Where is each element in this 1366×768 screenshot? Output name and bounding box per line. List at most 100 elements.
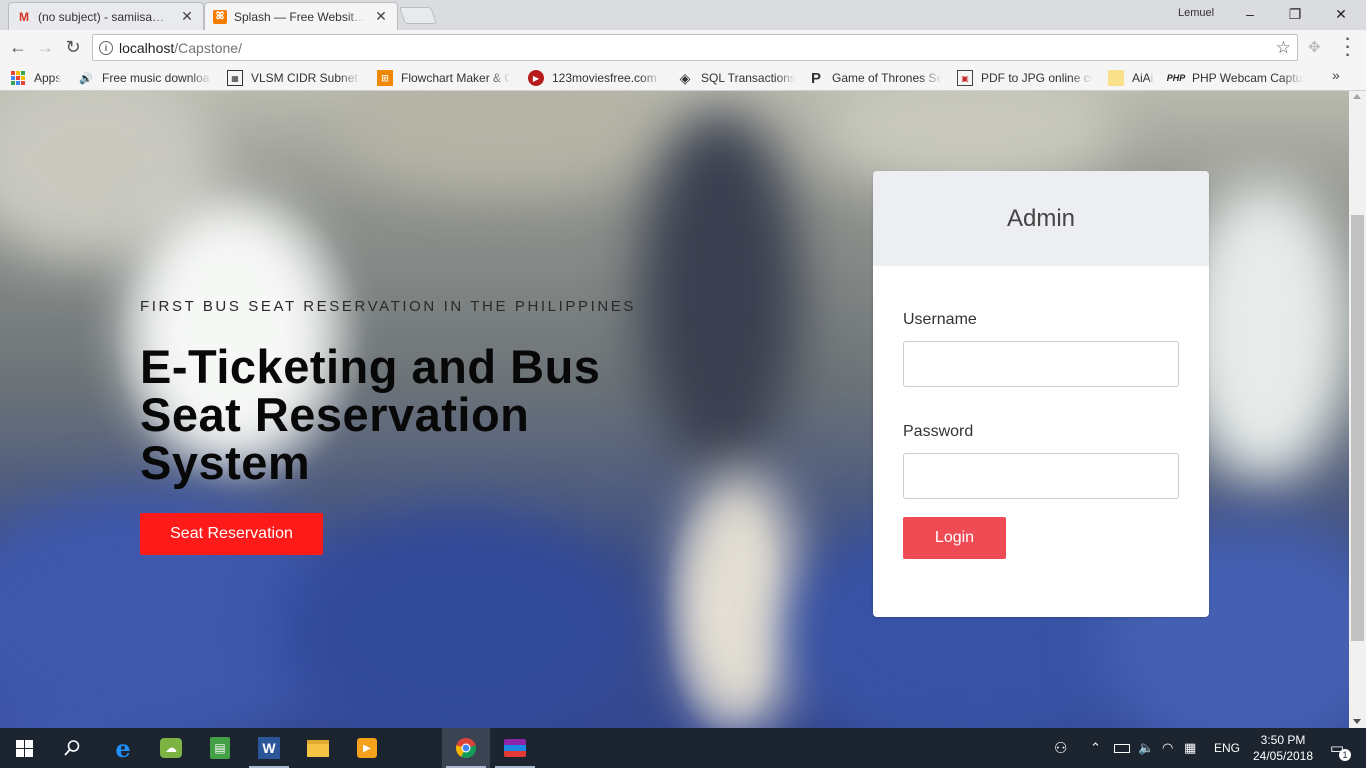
bookmark-vlsm[interactable]: ▦ VLSM CIDR Subnet C: [227, 68, 361, 88]
system-tray: ⚇ ⌃ 🔈 ◠ ▦ ENG: [1054, 728, 1240, 768]
battery-icon[interactable]: [1114, 743, 1130, 753]
pdf-icon: ▣: [957, 70, 973, 86]
folder-icon: [307, 739, 329, 757]
bookmark-star-icon[interactable]: ☆: [1276, 38, 1291, 58]
hero-title-line: System: [140, 436, 311, 489]
bookmark-label: SQL Transactions: [701, 71, 796, 85]
windows-logo-icon: [15, 739, 33, 757]
action-center-button[interactable]: ▭ 1: [1322, 728, 1352, 768]
splash-favicon-icon: ꕤ: [213, 9, 227, 24]
username-input[interactable]: [903, 341, 1179, 387]
back-arrow-icon[interactable]: ←: [6, 36, 30, 58]
clock-date: 24/05/2018: [1252, 749, 1314, 763]
tab-splash[interactable]: ꕤ Splash — Free Website Te ✕: [204, 2, 398, 30]
clock-time: 3:50 PM: [1260, 733, 1306, 747]
taskbar-chrome[interactable]: [442, 728, 490, 768]
hero-title: E-Ticketing and Bus Seat Reservation Sys…: [140, 343, 700, 487]
play-icon: ▶: [528, 70, 544, 86]
vlsm-icon: ▦: [227, 70, 243, 86]
people-icon[interactable]: ⚇: [1054, 739, 1076, 757]
bookmark-label: VLSM CIDR Subnet C: [251, 71, 361, 85]
browser-toolbar: ← → ↻ i localhost/Capstone/ ☆ ✥ · · ·: [0, 30, 1366, 65]
info-icon[interactable]: i: [99, 40, 113, 55]
seat-reservation-button[interactable]: Seat Reservation: [140, 513, 323, 555]
speaker-icon: 🔊: [79, 72, 93, 85]
chrome-icon: [455, 738, 477, 759]
start-button[interactable]: [0, 728, 48, 768]
folder-icon: [1108, 70, 1124, 86]
notification-count-badge: 1: [1339, 749, 1351, 761]
username-label: Username: [903, 311, 977, 328]
bookmark-label: Apps: [34, 71, 62, 85]
bookmarks-bar: Apps 🔊 Free music downloa ▦ VLSM CIDR Su…: [0, 65, 1366, 91]
scrollbar-thumb[interactable]: [1351, 215, 1364, 641]
taskbar-clock[interactable]: 3:50 PM 24/05/2018: [1246, 732, 1320, 764]
bookmark-got[interactable]: P Game of Thrones Se: [808, 68, 942, 88]
login-form: Username Password Login: [873, 311, 1209, 559]
password-label: Password: [903, 423, 974, 440]
search-button[interactable]: [48, 728, 96, 768]
page-viewport: FIRST BUS SEAT RESERVATION IN THE PHILIP…: [0, 91, 1349, 728]
gmail-icon: M: [19, 9, 29, 24]
extension-icon[interactable]: ✥: [1308, 38, 1321, 56]
taskbar-word[interactable]: W: [245, 728, 293, 768]
bookmark-sql[interactable]: ◈ SQL Transactions: [677, 68, 796, 88]
notes-icon: ▤: [210, 737, 230, 759]
word-icon: W: [258, 737, 280, 759]
page-scrollbar[interactable]: [1349, 91, 1366, 728]
new-tab-button[interactable]: [398, 7, 438, 24]
bookmark-apps[interactable]: Apps: [10, 68, 61, 88]
address-bar[interactable]: i localhost/Capstone/ ☆: [92, 34, 1298, 61]
taskbar-edge[interactable]: e: [99, 728, 147, 768]
flowchart-icon: ⊞: [377, 70, 393, 86]
tab-title: (no subject) - samiisamae: [38, 9, 173, 24]
wifi-icon[interactable]: ◠: [1162, 740, 1184, 756]
password-input[interactable]: [903, 453, 1179, 499]
taskbar-media-app[interactable]: ▶: [343, 728, 391, 768]
taskbar-file-explorer[interactable]: [294, 728, 342, 768]
bookmark-flowchart[interactable]: ⊞ Flowchart Maker & C: [377, 68, 511, 88]
archive-icon: [504, 739, 526, 757]
admin-login-card: Admin Username Password Login: [873, 171, 1209, 617]
bookmark-label: PHP Webcam Captur: [1192, 71, 1304, 85]
bookmark-free-music[interactable]: 🔊 Free music downloa: [78, 68, 212, 88]
bookmark-aiai[interactable]: AiAi: [1108, 68, 1153, 88]
taskbar-gaming-app[interactable]: ☁: [147, 728, 195, 768]
restore-icon[interactable]: ❐: [1284, 4, 1306, 24]
bookmark-label: PDF to JPG online co: [981, 71, 1093, 85]
bookmark-label: Free music downloa: [102, 71, 210, 85]
url-host: localhost: [119, 39, 175, 56]
taskbar-notes-app[interactable]: ▤: [196, 728, 244, 768]
keyboard-icon[interactable]: ▦: [1184, 740, 1206, 756]
hero-tagline: FIRST BUS SEAT RESERVATION IN THE PHILIP…: [140, 298, 636, 315]
url-path: /Capstone/: [174, 39, 242, 56]
bookmark-pdf-jpg[interactable]: ▣ PDF to JPG online co: [957, 68, 1093, 88]
language-indicator[interactable]: ENG: [1214, 741, 1240, 755]
forward-arrow-icon[interactable]: →: [33, 36, 57, 58]
close-icon[interactable]: ✕: [373, 8, 389, 25]
bookmark-123movies[interactable]: ▶ 123moviesfree.com -: [528, 68, 662, 88]
tab-gmail[interactable]: M (no subject) - samiisamae ✕: [8, 2, 204, 30]
close-icon[interactable]: ✕: [179, 8, 195, 25]
taskbar-winrar[interactable]: [491, 728, 539, 768]
scroll-up-arrow-icon[interactable]: [1353, 94, 1361, 99]
edge-icon: e: [115, 733, 131, 763]
search-icon: [64, 740, 80, 756]
windows-taskbar: e ☁ ▤ W ▶ ⚇ ⌃ 🔈 ◠ ▦ ENG 3:50 PM 24/05/20…: [0, 728, 1366, 768]
hero-title-line: Seat Reservation: [140, 388, 530, 441]
chevron-up-icon[interactable]: ⌃: [1090, 740, 1112, 756]
login-button[interactable]: Login: [903, 517, 1006, 559]
bookmark-label: AiAi: [1132, 71, 1154, 85]
profile-name[interactable]: Lemuel: [1178, 7, 1214, 19]
minimize-icon[interactable]: –: [1239, 4, 1261, 24]
bookmark-php-webcam[interactable]: PHP PHP Webcam Captur: [1167, 68, 1304, 88]
bookmarks-overflow-icon[interactable]: »: [1332, 67, 1340, 83]
video-icon: ▶: [357, 738, 377, 758]
scroll-down-arrow-icon[interactable]: [1353, 719, 1361, 724]
reload-icon[interactable]: ↻: [61, 36, 85, 58]
menu-kebab-icon[interactable]: · · ·: [1340, 32, 1356, 64]
window-close-icon[interactable]: ✕: [1330, 4, 1352, 24]
volume-icon[interactable]: 🔈: [1138, 740, 1160, 756]
tab-title: Splash — Free Website Te: [234, 9, 367, 24]
browser-tabstrip: M (no subject) - samiisamae ✕ ꕤ Splash —…: [0, 0, 1366, 30]
